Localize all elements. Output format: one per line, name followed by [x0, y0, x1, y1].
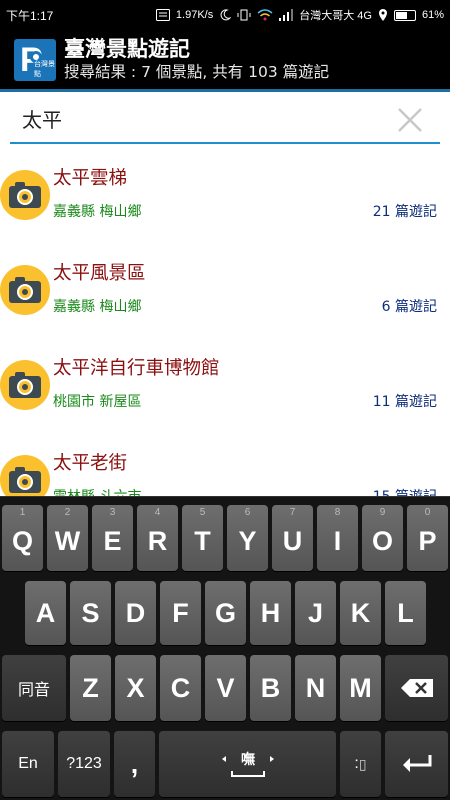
- search-input[interactable]: [22, 106, 382, 130]
- key-i[interactable]: 8I: [317, 505, 358, 571]
- attraction-name: 太平洋自行車博物館: [53, 358, 220, 379]
- notification-icon: [155, 9, 170, 21]
- key-l[interactable]: L: [385, 581, 426, 645]
- camera-icon: [0, 360, 50, 410]
- camera-icon: [0, 170, 50, 220]
- status-bar: 下午1:17 1.97K/s 台灣大哥大 4G 61%: [0, 0, 450, 30]
- search-bar: [10, 96, 440, 144]
- results-summary: 搜尋結果 : 7 個景點, 共有 103 篇遊記: [64, 62, 330, 81]
- attraction-name: 太平雲梯: [53, 168, 128, 189]
- key-d[interactable]: D: [115, 581, 156, 645]
- key-p[interactable]: 0P: [407, 505, 448, 571]
- vibrate-icon: [237, 9, 251, 21]
- wifi-icon: [257, 9, 273, 21]
- enter-icon: [402, 755, 431, 772]
- key-f[interactable]: F: [160, 581, 201, 645]
- attraction-location: 嘉義縣 梅山鄉: [53, 204, 142, 220]
- key-j[interactable]: J: [295, 581, 336, 645]
- post-count: 6 篇遊記: [381, 299, 437, 315]
- list-item[interactable]: 太平風景區 嘉義縣 梅山鄉 6 篇遊記: [0, 245, 450, 340]
- key-a[interactable]: A: [25, 581, 66, 645]
- post-count: 21 篇遊記: [372, 204, 437, 220]
- signal-icon: [279, 9, 294, 21]
- homophone-key[interactable]: 同音: [2, 655, 66, 721]
- backspace-key[interactable]: [385, 655, 448, 721]
- key-x[interactable]: X: [115, 655, 156, 721]
- english-key[interactable]: En: [2, 731, 54, 797]
- key-r[interactable]: 4R: [137, 505, 178, 571]
- backspace-icon: [400, 679, 433, 697]
- attraction-location: 嘉義縣 梅山鄉: [53, 299, 142, 315]
- key-s[interactable]: S: [70, 581, 111, 645]
- post-count: 11 篇遊記: [372, 394, 437, 410]
- status-time: 下午1:17: [6, 8, 54, 23]
- app-header: P 台灣景點 臺灣景點遊記 搜尋結果 : 7 個景點, 共有 103 篇遊記: [0, 30, 450, 92]
- clear-icon[interactable]: [396, 106, 424, 134]
- key-g[interactable]: G: [205, 581, 246, 645]
- space-key[interactable]: 嘸: [159, 731, 336, 797]
- punctuation-key[interactable]: : ▯: [340, 731, 381, 797]
- logo-text: 台灣景點: [34, 59, 55, 78]
- battery-icon: [393, 9, 416, 21]
- network-speed: 1.97K/s: [175, 9, 214, 21]
- attraction-name: 太平風景區: [53, 263, 146, 284]
- key-w[interactable]: 2W: [47, 505, 88, 571]
- battery-percent: 61%: [421, 9, 444, 21]
- key-t[interactable]: 5T: [182, 505, 223, 571]
- list-item[interactable]: 太平洋自行車博物館 桃園市 新屋區 11 篇遊記: [0, 340, 450, 435]
- enter-key[interactable]: [385, 731, 448, 797]
- list-item[interactable]: 太平雲梯 嘉義縣 梅山鄉 21 篇遊記: [0, 150, 450, 245]
- key-u[interactable]: 7U: [272, 505, 313, 571]
- carrier-label: 台灣大哥大 4G: [299, 10, 372, 22]
- key-b[interactable]: B: [250, 655, 291, 721]
- camera-icon: [0, 265, 50, 315]
- moon-icon: [219, 9, 232, 21]
- key-v[interactable]: V: [205, 655, 246, 721]
- space-label: 嘸: [241, 751, 255, 768]
- key-z[interactable]: Z: [70, 655, 111, 721]
- attraction-name: 太平老街: [53, 453, 128, 474]
- soft-keyboard: 1Q 2W 3E 4R 5T 6Y 7U 8I 9O 0P A S D F G …: [0, 496, 450, 800]
- key-k[interactable]: K: [340, 581, 381, 645]
- key-c[interactable]: C: [160, 655, 201, 721]
- comma-key[interactable]: ,: [114, 731, 155, 797]
- key-e[interactable]: 3E: [92, 505, 133, 571]
- key-q[interactable]: 1Q: [2, 505, 43, 571]
- space-bar-icon: 嘸: [221, 751, 274, 777]
- key-m[interactable]: M: [340, 655, 381, 721]
- location-icon: [378, 9, 388, 21]
- key-n[interactable]: N: [295, 655, 336, 721]
- app-title: 臺灣景點遊記: [64, 36, 190, 61]
- key-h[interactable]: H: [250, 581, 291, 645]
- key-o[interactable]: 9O: [362, 505, 403, 571]
- app-logo: P 台灣景點: [14, 38, 56, 81]
- attraction-location: 桃園市 新屋區: [53, 394, 142, 410]
- numbers-key[interactable]: ?123: [58, 731, 110, 797]
- key-y[interactable]: 6Y: [227, 505, 268, 571]
